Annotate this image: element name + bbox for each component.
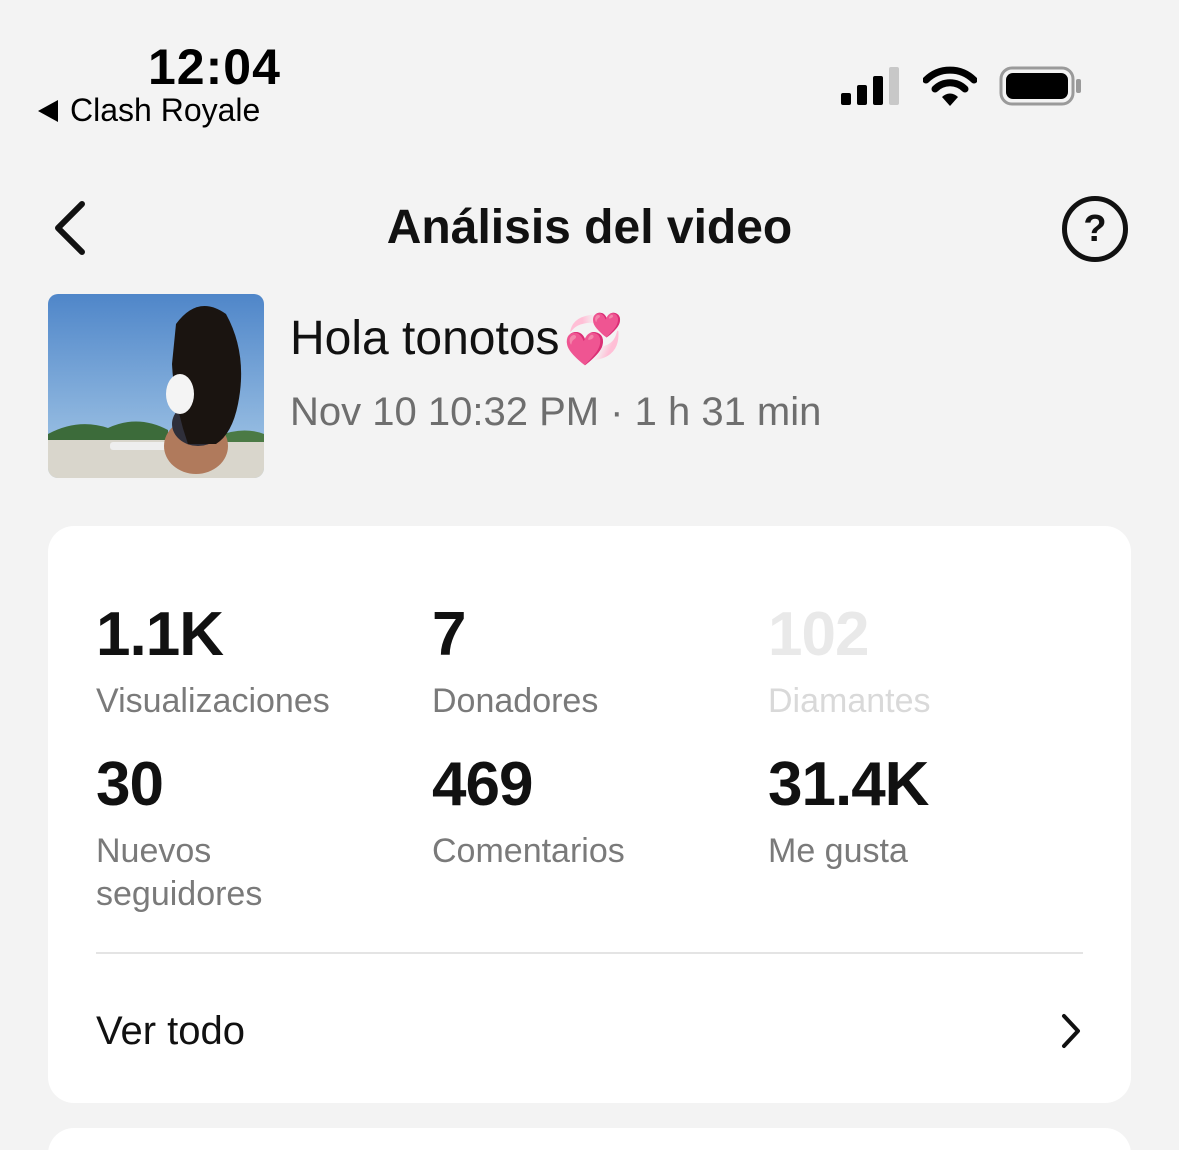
page-title: Análisis del video	[386, 201, 793, 254]
stat-comments: 469 Comentarios	[432, 754, 625, 873]
stat-diamonds: 102 Diamantes	[768, 604, 931, 723]
cellular-signal-icon	[841, 67, 899, 105]
stat-value: 30	[96, 750, 164, 819]
battery-icon	[999, 66, 1081, 106]
stat-views: 1.1K Visualizaciones	[96, 604, 330, 723]
stat-value: 469	[432, 750, 533, 819]
stat-value: 1.1K	[96, 600, 224, 669]
thumbnail-image	[48, 294, 264, 478]
stat-value: 102	[768, 600, 869, 669]
stat-label: Diamantes	[768, 682, 931, 720]
chevron-right-icon	[1062, 1014, 1080, 1048]
video-title-text: Hola tonotos	[290, 312, 560, 365]
wifi-icon	[923, 66, 977, 106]
divider	[96, 952, 1083, 954]
status-icons	[841, 66, 1083, 106]
screen: 12:04 Clash Royale Análisis del video ?	[0, 0, 1179, 1150]
stat-donors: 7 Donadores	[432, 604, 598, 723]
video-thumbnail[interactable]	[48, 294, 264, 478]
stat-label: Donadores	[432, 682, 599, 720]
back-to-app-button[interactable]: Clash Royale	[38, 92, 260, 129]
video-meta: Nov 10 10:32 PM · 1 h 31 min	[290, 390, 822, 434]
see-all-label: Ver todo	[96, 1008, 246, 1053]
next-card	[48, 1128, 1131, 1150]
see-all-button[interactable]: Ver todo	[96, 996, 1083, 1066]
back-app-label: Clash Royale	[70, 92, 261, 128]
stat-value: 7	[432, 600, 466, 669]
stats-card: 1.1K Visualizaciones 7 Donadores 102 Dia…	[48, 526, 1131, 1103]
stat-label: Me gusta	[768, 832, 908, 870]
stat-label: Visualizaciones	[96, 682, 330, 720]
question-circle-icon: ?	[1083, 207, 1107, 250]
back-triangle-icon	[38, 99, 58, 122]
stat-label: Comentarios	[432, 832, 625, 870]
help-button[interactable]: ?	[1062, 196, 1128, 262]
video-title: Hola tonotos 💞	[290, 310, 623, 367]
stat-value: 31.4K	[768, 750, 929, 819]
stat-new-followers: 30 Nuevos seguidores	[96, 754, 336, 915]
two-hearts-icon: 💞	[563, 313, 624, 366]
stat-likes: 31.4K Me gusta	[768, 750, 929, 873]
status-time: 12:04	[148, 39, 281, 95]
stat-label: Nuevos seguidores	[96, 832, 263, 913]
